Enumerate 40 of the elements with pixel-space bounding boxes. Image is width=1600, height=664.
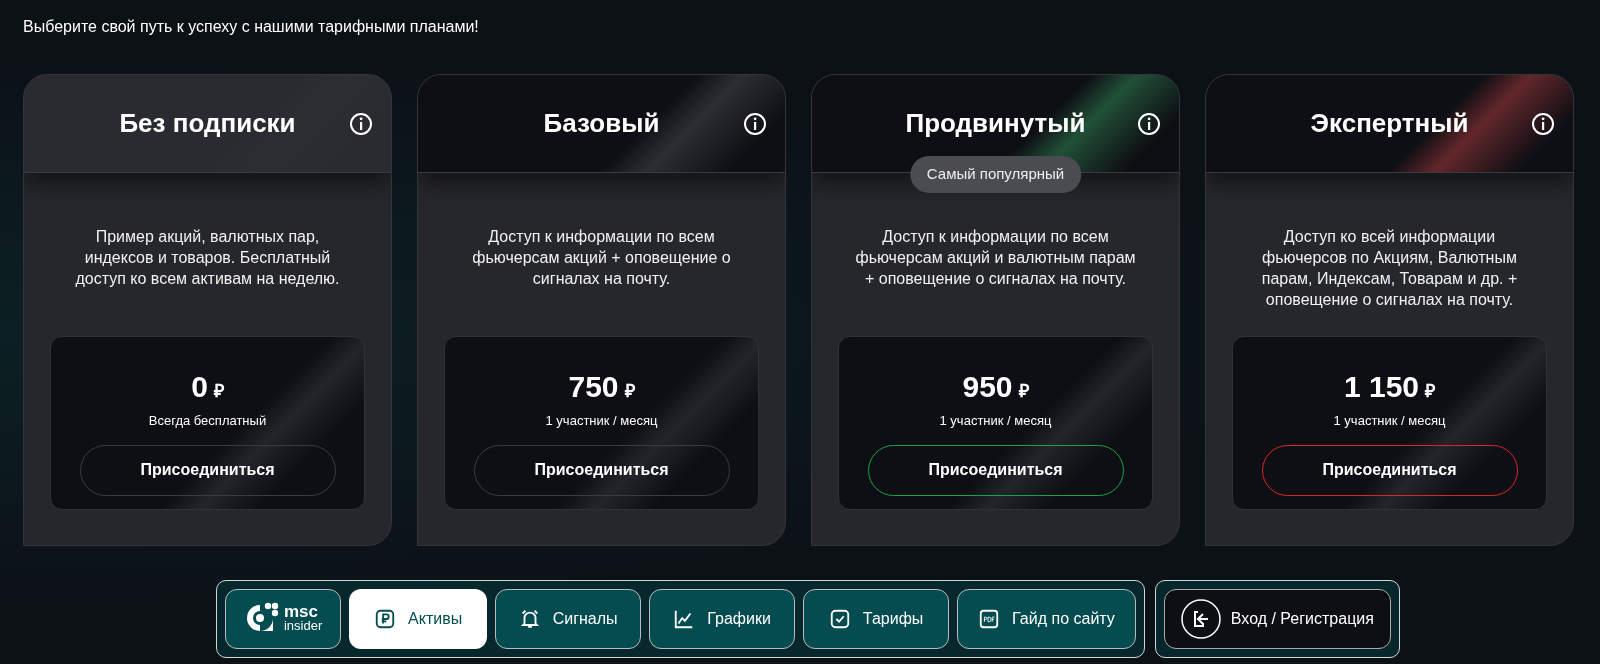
nav-tab[interactable]: Графики xyxy=(649,589,796,649)
popular-badge: Самый популярный xyxy=(909,156,1082,193)
pdf-icon xyxy=(978,608,1001,630)
nav-tab[interactable]: Активы xyxy=(349,589,488,649)
login-button[interactable]: Вход / Регистрация xyxy=(1163,589,1391,649)
info-icon[interactable] xyxy=(1531,112,1555,136)
plan-title: Продвинутый xyxy=(905,107,1086,140)
price-value: 0 xyxy=(191,369,208,405)
plan-description: Пример акций, валютных пар, индексов и товаров. Бесплатный доступ ко всем активам на неделю. xyxy=(74,227,341,289)
price-value: 750 xyxy=(568,369,619,405)
currency-sign: ₽ xyxy=(1425,380,1436,403)
logo-text: msc xyxy=(283,605,319,619)
ruble-icon xyxy=(374,608,397,630)
currency-sign: ₽ xyxy=(624,380,635,403)
price-period: 1 участник / месяц xyxy=(1333,412,1446,430)
price-period: 1 участник / месяц xyxy=(939,412,1052,430)
info-icon[interactable] xyxy=(349,112,373,136)
plan-title: Базовый xyxy=(543,107,660,140)
plan-description: Доступ ко всей информации фьючерсов по Акциям, Валютным парам, Индексам, Товарам и др. + оповещение о сигналах на почту. xyxy=(1260,227,1519,310)
page-heading: Выберите свой путь к успеху с нашими тарифными планами! xyxy=(23,17,480,37)
info-icon[interactable] xyxy=(743,112,767,136)
plan-description: Доступ к информации по всем фьючерсам акций + оповещение о сигналах на почту. xyxy=(471,227,732,289)
logo-subtext: insider xyxy=(283,619,323,633)
bell-icon xyxy=(518,608,541,630)
nav-tab[interactable]: Тарифы xyxy=(803,589,950,649)
info-icon[interactable] xyxy=(1137,112,1161,136)
price-value: 1 150 xyxy=(1343,369,1420,405)
currency-sign: ₽ xyxy=(213,380,224,403)
logo-button[interactable]: msc insider xyxy=(225,589,342,649)
price-value: 950 xyxy=(962,369,1013,405)
plan-title: Экспертный xyxy=(1310,107,1469,140)
price-period: 1 участник / месяц xyxy=(545,412,658,430)
plan-title: Без подписки xyxy=(119,107,296,140)
currency-sign: ₽ xyxy=(1018,380,1029,403)
price-period: Всегда бесплатный xyxy=(148,412,267,430)
nav-tab[interactable]: Сигналы xyxy=(495,589,642,649)
plan-description: Доступ к информации по всем фьючерсам акций и валютным парам + оповещение о сигналах на почту. xyxy=(854,227,1137,289)
nav-tab[interactable]: Гайд по сайту xyxy=(957,589,1136,649)
checkbox-icon xyxy=(828,608,851,630)
login-icon xyxy=(1180,599,1221,639)
